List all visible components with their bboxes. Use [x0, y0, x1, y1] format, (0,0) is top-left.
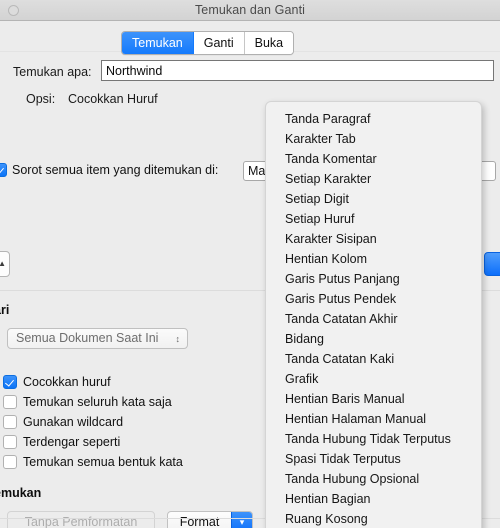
- format-button-label: Format: [179, 515, 220, 528]
- menu-item[interactable]: Garis Putus Panjang: [266, 269, 481, 289]
- menu-item[interactable]: Setiap Huruf: [266, 209, 481, 229]
- mode-tab-group[interactable]: Temukan Ganti Buka: [121, 31, 295, 55]
- menu-item[interactable]: Hentian Bagian: [266, 489, 481, 509]
- checkbox-match-case[interactable]: [3, 375, 17, 389]
- chevron-updown-icon: ↕: [175, 334, 181, 344]
- checkbox-label: Cocokkan huruf: [23, 375, 111, 389]
- menu-item[interactable]: Hentian Baris Manual: [266, 389, 481, 409]
- tab-buka[interactable]: Buka: [244, 32, 294, 54]
- checkbox-label: Terdengar seperti: [23, 435, 121, 449]
- highlight-all-label: Sorot semua item yang ditemukan di:: [12, 163, 219, 177]
- menu-item[interactable]: Karakter Sisipan: [266, 229, 481, 249]
- titlebar: Temukan dan Ganti: [0, 0, 500, 21]
- find-what-input[interactable]: [101, 60, 494, 81]
- no-formatting-button[interactable]: Tanpa Pemformatan: [7, 511, 155, 528]
- clipped-default-button[interactable]: [484, 252, 500, 276]
- menu-item[interactable]: Tanda Paragraf: [266, 109, 481, 129]
- tab-ganti[interactable]: Ganti: [193, 32, 245, 54]
- menu-item[interactable]: Setiap Digit: [266, 189, 481, 209]
- window-title: Temukan dan Ganti: [194, 3, 306, 17]
- checkbox-label: Temukan seluruh kata saja: [23, 395, 172, 409]
- checkbox-row-sounds-like[interactable]: Terdengar seperti: [3, 432, 183, 452]
- checkbox-label: Temukan semua bentuk kata: [23, 455, 183, 469]
- chevron-up-icon: ▲: [0, 259, 6, 268]
- search-scope-select[interactable]: Semua Dokumen Saat Ini ↕: [7, 328, 188, 349]
- find-what-label: Temukan apa:: [13, 65, 92, 79]
- menu-item[interactable]: Tanda Komentar: [266, 149, 481, 169]
- menu-item[interactable]: Grafik: [266, 369, 481, 389]
- checkbox-use-wildcards[interactable]: [3, 415, 17, 429]
- special-characters-menu[interactable]: Tanda Paragraf Karakter Tab Tanda Komentar…: [265, 101, 482, 528]
- checkbox-row-use-wildcards[interactable]: Gunakan wildcard: [3, 412, 183, 432]
- menu-item[interactable]: Tanda Hubung Tidak Terputus: [266, 429, 481, 449]
- checkbox-row-whole-words[interactable]: Temukan seluruh kata saja: [3, 392, 183, 412]
- menu-item[interactable]: Tanda Catatan Kaki: [266, 349, 481, 369]
- options-value: Cocokkan Huruf: [68, 92, 158, 106]
- options-label: Opsi:: [26, 92, 56, 106]
- menu-item[interactable]: Ruang Kosong: [266, 509, 481, 528]
- checkbox-row-all-word-forms[interactable]: Temukan semua bentuk kata: [3, 452, 183, 472]
- checkbox-all-word-forms[interactable]: [3, 455, 17, 469]
- tab-temukan[interactable]: Temukan: [122, 32, 194, 54]
- menu-item[interactable]: Hentian Halaman Manual: [266, 409, 481, 429]
- checkbox-whole-words[interactable]: [3, 395, 17, 409]
- menu-item[interactable]: Hentian Kolom: [266, 249, 481, 269]
- chevron-down-icon[interactable]: ▾: [231, 512, 252, 528]
- menu-item[interactable]: Tanda Catatan Akhir: [266, 309, 481, 329]
- menu-item[interactable]: Setiap Karakter: [266, 169, 481, 189]
- find-section-heading: emukan: [0, 486, 42, 500]
- highlight-all-row[interactable]: Sorot semua item yang ditemukan di:: [0, 163, 218, 177]
- format-button[interactable]: Format ▾: [167, 511, 253, 528]
- menu-item[interactable]: Tanda Hubung Opsional: [266, 469, 481, 489]
- clipped-stepper-control[interactable]: ▲: [0, 251, 10, 277]
- highlight-all-checkbox[interactable]: [0, 163, 7, 177]
- menu-item[interactable]: Garis Putus Pendek: [266, 289, 481, 309]
- checkbox-sounds-like[interactable]: [3, 435, 17, 449]
- search-scope-value: Semua Dokumen Saat Ini: [16, 331, 159, 345]
- menu-item[interactable]: Spasi Tidak Terputus: [266, 449, 481, 469]
- search-options-checkbox-list: Cocokkan huruf Temukan seluruh kata saja…: [3, 372, 183, 472]
- menu-item[interactable]: Bidang: [266, 329, 481, 349]
- checkbox-label: Gunakan wildcard: [23, 415, 124, 429]
- search-scope-heading: ari: [0, 303, 10, 317]
- find-and-replace-dialog: Temukan dan Ganti Temukan Ganti Buka Tem…: [0, 0, 500, 528]
- menu-item[interactable]: Karakter Tab: [266, 129, 481, 149]
- checkbox-row-match-case[interactable]: Cocokkan huruf: [3, 372, 183, 392]
